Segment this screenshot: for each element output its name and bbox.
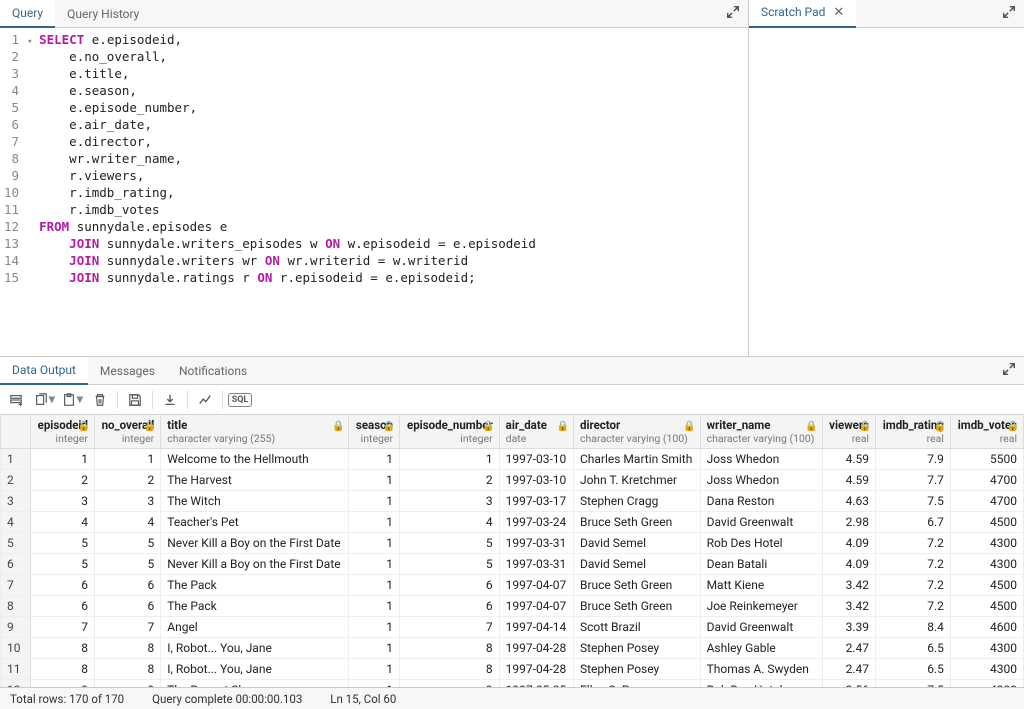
save-button[interactable] xyxy=(122,388,148,412)
column-header-director[interactable]: directorcharacter varying (100)🔒 xyxy=(573,415,700,449)
tab-query-history[interactable]: Query History xyxy=(55,1,151,27)
lock-icon: 🔒 xyxy=(933,421,945,432)
table-row[interactable]: 444Teacher's Pet141997-03-24Bruce Seth G… xyxy=(1,512,1024,533)
table-row[interactable]: 333The Witch131997-03-17Stephen CraggDan… xyxy=(1,491,1024,512)
close-icon[interactable]: ✕ xyxy=(833,5,844,20)
column-header-imdb_rating[interactable]: imdb_ratingreal🔒 xyxy=(875,415,950,449)
lock-icon: 🔒 xyxy=(557,421,569,432)
lock-icon: 🔒 xyxy=(77,421,89,432)
table-row[interactable]: 1088I, Robot... You, Jane181997-04-28Ste… xyxy=(1,638,1024,659)
column-header-no_overall[interactable]: no_overallinteger🔒 xyxy=(94,415,160,449)
table-row[interactable]: 655Never Kill a Boy on the First Date151… xyxy=(1,554,1024,575)
query-editor-panel: Query Query History 12345678910111213141… xyxy=(0,0,749,356)
scratch-pad-panel: Scratch Pad ✕ xyxy=(749,0,1024,356)
output-tab-bar: Data Output Messages Notifications xyxy=(0,357,1024,385)
column-header-episodeid[interactable]: episodeidinteger🔒 xyxy=(31,415,95,449)
status-cursor-pos: Ln 15, Col 60 xyxy=(330,692,396,706)
column-header-air_date[interactable]: air_datedate🔒 xyxy=(499,415,573,449)
sql-editor[interactable]: 123456789101112131415 ▾ SELECT e.episode… xyxy=(0,28,748,356)
lock-icon: 🔒 xyxy=(144,421,156,432)
lock-icon: 🔒 xyxy=(332,421,344,432)
column-header-imdb_votes[interactable]: imdb_votesreal🔒 xyxy=(950,415,1023,449)
expand-icon[interactable] xyxy=(726,5,740,22)
editor-tab-bar: Query Query History xyxy=(0,0,748,28)
sql-button[interactable]: SQL xyxy=(227,388,253,412)
line-gutter: 123456789101112131415 xyxy=(0,31,27,356)
tab-query[interactable]: Query xyxy=(0,0,55,28)
column-header-writer_name[interactable]: writer_namecharacter varying (100)🔒 xyxy=(700,415,822,449)
column-header-episode_number[interactable]: episode_numberinteger🔒 xyxy=(400,415,500,449)
expand-icon[interactable] xyxy=(1002,5,1016,22)
results-grid: episodeidinteger🔒no_overallinteger🔒title… xyxy=(0,415,1024,687)
column-header-title[interactable]: titlecharacter varying (255)🔒 xyxy=(161,415,349,449)
lock-icon: 🔒 xyxy=(805,421,817,432)
status-total-rows: Total rows: 170 of 170 xyxy=(10,692,124,706)
scratch-tab-bar: Scratch Pad ✕ xyxy=(749,0,1024,28)
results-toolbar: ▶ ▶ SQL xyxy=(0,385,1024,415)
lock-icon: 🔒 xyxy=(859,421,871,432)
results-grid-scroll[interactable]: episodeidinteger🔒no_overallinteger🔒title… xyxy=(0,415,1024,687)
tab-messages[interactable]: Messages xyxy=(88,358,167,384)
table-row[interactable]: 977Angel171997-04-14Scott BrazilDavid Gr… xyxy=(1,617,1024,638)
lock-icon: 🔒 xyxy=(383,421,395,432)
delete-button[interactable] xyxy=(87,388,113,412)
status-bar: Total rows: 170 of 170 Query complete 00… xyxy=(0,687,1024,709)
code-content[interactable]: SELECT e.episodeid, e.no_overall, e.titl… xyxy=(39,31,536,356)
lock-icon: 🔒 xyxy=(1007,421,1019,432)
column-header-viewers[interactable]: viewersreal🔒 xyxy=(822,415,875,449)
tab-notifications[interactable]: Notifications xyxy=(167,358,259,384)
download-button[interactable] xyxy=(157,388,183,412)
table-row[interactable]: 1188I, Robot... You, Jane181997-04-28Ste… xyxy=(1,659,1024,680)
tab-data-output[interactable]: Data Output xyxy=(0,357,88,385)
scratch-tab-label: Scratch Pad xyxy=(761,5,825,19)
table-row[interactable]: 111Welcome to the Hellmouth111997-03-10C… xyxy=(1,449,1024,470)
table-row[interactable]: 766The Pack161997-04-07Bruce Seth GreenM… xyxy=(1,575,1024,596)
expand-icon[interactable] xyxy=(1002,362,1016,379)
table-row[interactable]: 222The Harvest121997-03-10John T. Kretch… xyxy=(1,470,1024,491)
status-query-complete: Query complete 00:00:00.103 xyxy=(152,692,302,706)
tab-scratch-pad[interactable]: Scratch Pad ✕ xyxy=(749,0,856,28)
add-row-button[interactable] xyxy=(3,388,29,412)
fold-column: ▾ xyxy=(27,31,39,356)
table-row[interactable]: 1299The Puppet Show191997-05-05Ellen S. … xyxy=(1,680,1024,688)
table-row[interactable]: 555Never Kill a Boy on the First Date151… xyxy=(1,533,1024,554)
paste-button[interactable]: ▶ xyxy=(59,388,85,412)
lock-icon: 🔒 xyxy=(683,421,695,432)
copy-button[interactable]: ▶ xyxy=(31,388,57,412)
table-row[interactable]: 866The Pack161997-04-07Bruce Seth GreenJ… xyxy=(1,596,1024,617)
lock-icon: 🔒 xyxy=(482,421,494,432)
chart-button[interactable] xyxy=(192,388,218,412)
column-header-season[interactable]: seasoninteger🔒 xyxy=(349,415,400,449)
scratch-pad-body[interactable] xyxy=(749,28,1024,356)
